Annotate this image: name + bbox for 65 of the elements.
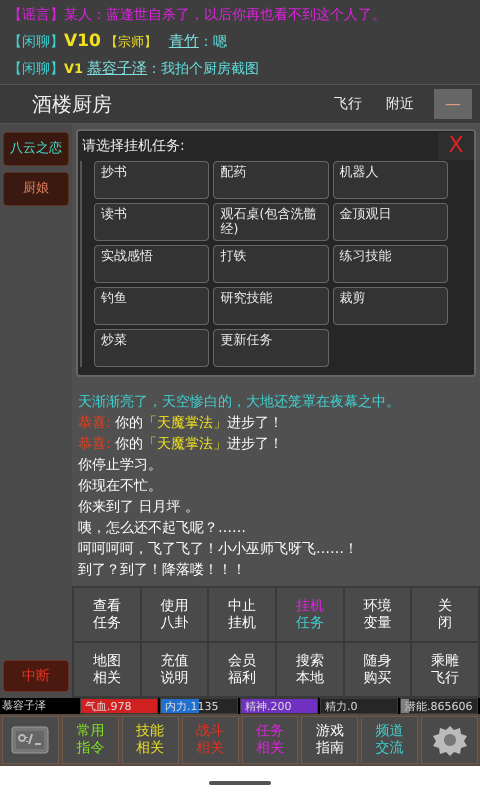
player-name: 慕容子泽 xyxy=(2,698,47,714)
command-button[interactable]: 关 闭 xyxy=(412,588,478,641)
side-button[interactable]: 八云之恋 xyxy=(3,132,69,166)
chat-message: ：我拍个厨房截图 xyxy=(147,60,260,79)
task-option[interactable]: 更新任务 xyxy=(213,329,329,367)
stat-label: 精力.0 xyxy=(324,700,358,713)
player-name: 某人 xyxy=(64,6,92,24)
chat-message: ：嗯 xyxy=(198,32,227,52)
chat-message: ：蓝逢世自杀了，以后你再也看不到这个人了。 xyxy=(92,6,386,24)
vip-level: V10 xyxy=(64,30,101,52)
command-button[interactable]: 搜索 本地 xyxy=(276,643,343,696)
toolbar-button[interactable] xyxy=(421,716,478,764)
task-option[interactable]: 练习技能 xyxy=(332,245,448,283)
task-option[interactable]: 研究技能 xyxy=(213,287,329,325)
log-line: 你停止学习。 xyxy=(78,456,163,475)
command-button[interactable]: 使用 八卦 xyxy=(142,588,208,641)
task-option[interactable]: 读书 xyxy=(94,203,210,241)
channel-tag: 【闲聊】 xyxy=(8,32,64,52)
task-option[interactable]: 抄书 xyxy=(94,161,210,199)
stat-label: 潜能.865606 xyxy=(404,700,472,713)
header-link[interactable]: 附近 xyxy=(374,94,426,114)
toolbar-button[interactable]: 常用 指令 xyxy=(62,716,119,764)
rank-tag: 【宗师】 xyxy=(104,32,157,52)
command-button[interactable]: 挂机 任务 xyxy=(276,588,343,641)
command-button[interactable]: 查看 任务 xyxy=(74,588,140,641)
toolbar-button[interactable] xyxy=(2,716,59,764)
log-line: 你来到了 日月坪 。 xyxy=(78,498,200,517)
command-button[interactable]: 会员 福利 xyxy=(209,643,275,696)
toolbar-button[interactable]: 技能 相关 xyxy=(122,716,179,764)
stat-label: 气血.978 xyxy=(84,700,132,713)
dialog-title: 请选择挂机任务: xyxy=(82,136,186,156)
vip-level: V1 xyxy=(64,61,84,79)
command-button[interactable]: 充值 说明 xyxy=(142,643,208,696)
task-option[interactable]: 裁剪 xyxy=(332,287,448,325)
log-line: 到了？到了！降落喽！！！ xyxy=(78,561,247,580)
player-link[interactable]: 青竹 xyxy=(168,30,199,52)
log-line: 恭喜: 你的「天魔掌法」进步了！ xyxy=(78,414,284,433)
task-option[interactable]: 观石桌(包含洗髓经) xyxy=(213,203,329,241)
task-option[interactable]: 打铁 xyxy=(213,245,329,283)
command-button[interactable]: 地图 相关 xyxy=(74,643,140,696)
task-option[interactable]: 配药 xyxy=(213,161,329,199)
command-button[interactable]: 环境 变量 xyxy=(344,588,410,641)
toolbar-button[interactable]: 游戏 指南 xyxy=(301,716,358,764)
location-title: 酒楼厨房 xyxy=(32,91,113,118)
log-line: 咦，怎么还不起飞呢？…… xyxy=(78,519,247,538)
log-line: 呵呵呵呵，飞了飞了！小小巫师飞呀飞……！ xyxy=(78,540,359,559)
header-link[interactable]: 飞行 xyxy=(322,94,374,114)
task-option[interactable]: 机器人 xyxy=(332,161,448,199)
player-link[interactable]: 慕容子泽 xyxy=(87,57,148,80)
log-line: 天渐渐亮了，天空惨白的，大地还笼罩在夜幕之中。 xyxy=(78,393,401,412)
command-button[interactable]: 中止 挂机 xyxy=(209,588,275,641)
channel-tag: 【谣言】 xyxy=(8,4,64,26)
command-button[interactable]: 随身 购买 xyxy=(344,643,410,696)
task-option[interactable]: 炒菜 xyxy=(94,329,210,367)
side-button[interactable]: 厨娘 xyxy=(3,172,69,206)
channel-tag: 【闲聊】 xyxy=(8,59,64,80)
command-button[interactable]: 乘雕 飞行 xyxy=(412,643,478,696)
terminal-icon xyxy=(10,724,50,756)
task-option[interactable]: 金顶观日 xyxy=(332,203,448,241)
log-line: 你现在不忙。 xyxy=(78,477,163,496)
log-line: 恭喜: 你的「天魔掌法」进步了！ xyxy=(78,435,284,454)
task-option[interactable]: 钓鱼 xyxy=(94,287,210,325)
stat-label: 精神.200 xyxy=(244,700,292,713)
toolbar-button[interactable]: 频道 交流 xyxy=(361,716,418,764)
task-option[interactable]: 实战感悟 xyxy=(94,245,210,283)
